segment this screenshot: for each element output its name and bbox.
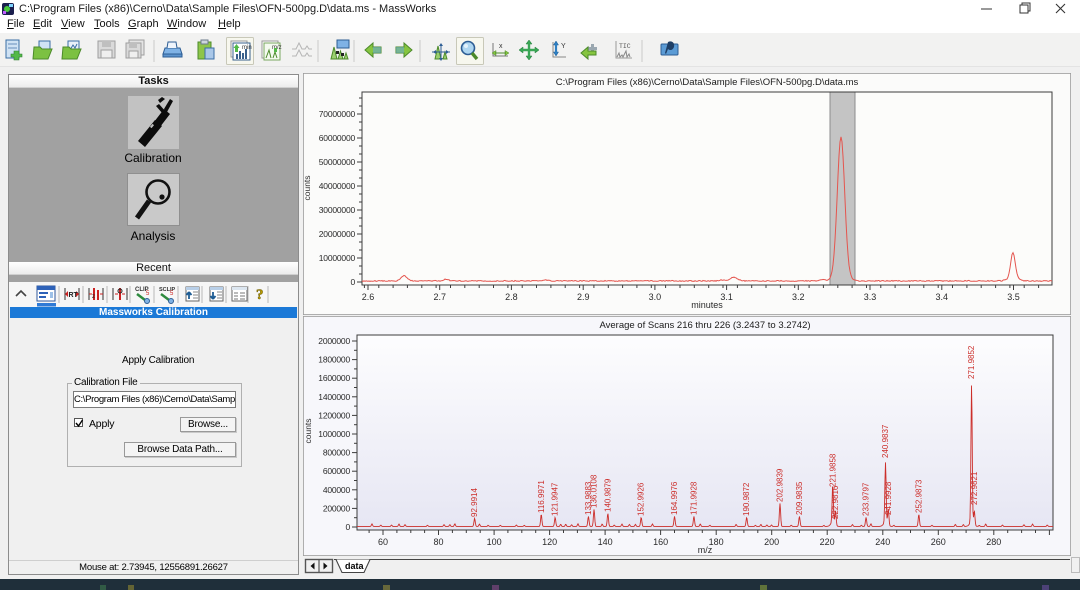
svg-text:221.9858: 221.9858 bbox=[828, 453, 837, 487]
svg-text:C:\Program Files (x86)\Cerno\D: C:\Program Files (x86)\Cerno\Data\Sample… bbox=[556, 77, 859, 88]
svg-text:10000000: 10000000 bbox=[319, 253, 356, 263]
svg-text:0: 0 bbox=[350, 277, 355, 287]
svg-text:140.9879: 140.9879 bbox=[603, 478, 612, 512]
svg-text:Y: Y bbox=[561, 43, 566, 50]
svg-text:800000: 800000 bbox=[323, 448, 351, 458]
svg-text:TIC: TIC bbox=[619, 43, 631, 50]
svg-text:160: 160 bbox=[653, 537, 668, 547]
svg-text:190.9872: 190.9872 bbox=[742, 482, 751, 516]
svg-text:2.6: 2.6 bbox=[362, 292, 375, 302]
svg-text:164.9976: 164.9976 bbox=[670, 481, 679, 515]
svg-text:x: x bbox=[499, 43, 503, 50]
svg-text:1400000: 1400000 bbox=[318, 392, 350, 402]
svg-text:3.0: 3.0 bbox=[649, 292, 662, 302]
svg-text:209.9835: 209.9835 bbox=[795, 481, 804, 515]
svg-text:271.9852: 271.9852 bbox=[967, 345, 976, 379]
svg-text:counts: counts bbox=[303, 418, 313, 443]
svg-text:240.9837: 240.9837 bbox=[881, 424, 890, 458]
svg-text:1600000: 1600000 bbox=[318, 373, 350, 383]
svg-text:30000000: 30000000 bbox=[319, 205, 356, 215]
svg-text:3.4: 3.4 bbox=[936, 292, 949, 302]
svg-text:222.9816: 222.9816 bbox=[831, 485, 840, 519]
svg-text:272.9821: 272.9821 bbox=[970, 471, 979, 505]
svg-text:20000000: 20000000 bbox=[319, 229, 356, 239]
svg-text:116.9971: 116.9971 bbox=[537, 480, 546, 513]
svg-text:2000000: 2000000 bbox=[318, 336, 350, 346]
svg-text:3.3: 3.3 bbox=[864, 292, 877, 302]
svg-text:202.9839: 202.9839 bbox=[776, 468, 785, 502]
svg-text:260: 260 bbox=[931, 537, 946, 547]
svg-text:minutes: minutes bbox=[691, 300, 723, 310]
svg-text:200000: 200000 bbox=[323, 503, 351, 513]
svg-text:240: 240 bbox=[875, 537, 890, 547]
svg-text:120: 120 bbox=[542, 537, 557, 547]
svg-text:m/z: m/z bbox=[698, 545, 713, 555]
svg-text:1200000: 1200000 bbox=[318, 410, 350, 420]
svg-text:400000: 400000 bbox=[323, 485, 351, 495]
svg-text:220: 220 bbox=[820, 537, 835, 547]
svg-text:1000000: 1000000 bbox=[318, 429, 350, 439]
svg-text:171.9928: 171.9928 bbox=[689, 481, 698, 515]
svg-text:80: 80 bbox=[433, 537, 443, 547]
svg-text:40000000: 40000000 bbox=[319, 181, 356, 191]
svg-text:70000000: 70000000 bbox=[319, 109, 356, 119]
svg-text:RT: RT bbox=[69, 292, 79, 299]
svg-text:3.5: 3.5 bbox=[1007, 292, 1020, 302]
svg-text:140: 140 bbox=[598, 537, 613, 547]
svg-text:counts: counts bbox=[303, 175, 312, 200]
svg-text:92.9914: 92.9914 bbox=[470, 488, 479, 517]
svg-text:252.9873: 252.9873 bbox=[914, 479, 923, 513]
svg-text:136.0108: 136.0108 bbox=[590, 474, 599, 508]
svg-text:2.8: 2.8 bbox=[505, 292, 518, 302]
svg-text:280: 280 bbox=[986, 537, 1001, 547]
svg-text:241.9928: 241.9928 bbox=[884, 481, 893, 515]
svg-text:233.9797: 233.9797 bbox=[862, 482, 871, 516]
svg-text:60000000: 60000000 bbox=[319, 133, 356, 143]
svg-text:data: data bbox=[345, 561, 365, 571]
svg-text:121.9947: 121.9947 bbox=[551, 482, 560, 516]
svg-text:0: 0 bbox=[345, 522, 350, 532]
svg-text:50000000: 50000000 bbox=[319, 157, 356, 167]
svg-text:5: 5 bbox=[146, 291, 150, 297]
svg-text:152.9926: 152.9926 bbox=[637, 482, 646, 516]
svg-text:1800000: 1800000 bbox=[318, 355, 350, 365]
svg-text:2.9: 2.9 bbox=[577, 292, 590, 302]
svg-text:Average of Scans 216 thru 226: Average of Scans 216 thru 226 (3.2437 to… bbox=[599, 320, 810, 331]
svg-text:600000: 600000 bbox=[323, 466, 351, 476]
svg-text:200: 200 bbox=[764, 537, 779, 547]
svg-text:100: 100 bbox=[487, 537, 502, 547]
svg-text:?: ? bbox=[256, 287, 264, 303]
svg-text:3.2: 3.2 bbox=[792, 292, 805, 302]
svg-text:z: z bbox=[92, 294, 95, 300]
svg-text:60: 60 bbox=[378, 537, 388, 547]
svg-text:2.7: 2.7 bbox=[433, 292, 446, 302]
